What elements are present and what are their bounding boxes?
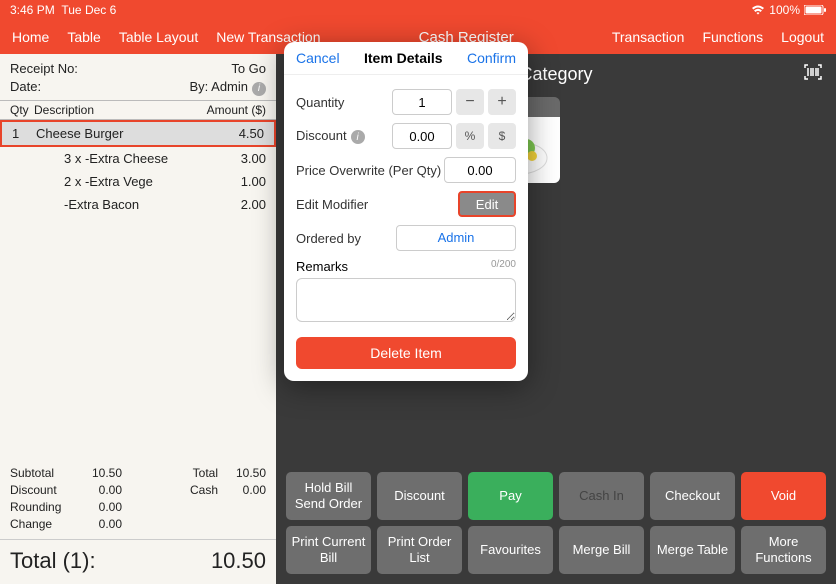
price-overwrite-label: Price Overwrite (Per Qty) <box>296 163 444 178</box>
receipt-item[interactable]: 2 x -Extra Vege1.00 <box>0 170 276 193</box>
action-merge-table[interactable]: Merge Table <box>650 526 735 574</box>
item-desc: 2 x -Extra Vege <box>34 172 196 191</box>
status-bar: 3:46 PM Tue Dec 6 100% <box>0 0 836 20</box>
action-merge-bill[interactable]: Merge Bill <box>559 526 644 574</box>
item-qty <box>10 149 34 168</box>
action-void[interactable]: Void <box>741 472 826 520</box>
receipt-item[interactable]: 1Cheese Burger4.50 <box>0 120 276 147</box>
remarks-label: Remarks <box>296 259 348 274</box>
receipt-columns: Qty Description Amount ($) <box>0 100 276 120</box>
info-icon[interactable]: i <box>351 130 365 144</box>
col-amt: Amount ($) <box>196 101 266 119</box>
remarks-input[interactable] <box>296 278 516 322</box>
action-checkout[interactable]: Checkout <box>650 472 735 520</box>
quantity-input[interactable] <box>392 89 452 115</box>
price-overwrite-input[interactable] <box>444 157 516 183</box>
item-desc: -Extra Bacon <box>34 195 196 214</box>
nav-table[interactable]: Table <box>67 29 100 45</box>
sum-change-l: Change <box>10 516 74 533</box>
cancel-button[interactable]: Cancel <box>296 50 340 66</box>
status-time: 3:46 PM <box>10 3 55 17</box>
total-label: Total (1): <box>10 548 96 574</box>
status-date: Tue Dec 6 <box>61 3 116 17</box>
item-qty: 1 <box>12 124 36 143</box>
item-amt: 2.00 <box>196 195 266 214</box>
quantity-label: Quantity <box>296 95 392 110</box>
ordered-by-label: Ordered by <box>296 231 396 246</box>
minus-button[interactable]: − <box>456 89 484 115</box>
sum-discount-l: Discount <box>10 482 74 499</box>
action-pay[interactable]: Pay <box>468 472 553 520</box>
item-amt: 3.00 <box>196 149 266 168</box>
item-desc: Cheese Burger <box>36 124 194 143</box>
item-amt: 4.50 <box>194 124 264 143</box>
item-details-modal: Cancel Item Details Confirm Quantity − +… <box>284 42 528 381</box>
togo-label: To Go <box>231 60 266 78</box>
receipt-item[interactable]: 3 x -Extra Cheese3.00 <box>0 147 276 170</box>
discount-input[interactable] <box>392 123 452 149</box>
dollar-button[interactable]: $ <box>488 123 516 149</box>
sum-discount-v: 0.00 <box>74 482 122 499</box>
bottom-buttons: Hold Bill Send OrderDiscountPayCash InCh… <box>286 472 826 574</box>
battery-icon <box>804 5 826 15</box>
sum-cash-l: Cash <box>122 482 218 499</box>
item-amt: 1.00 <box>196 172 266 191</box>
sum-rounding-v: 0.00 <box>74 499 122 516</box>
percent-button[interactable]: % <box>456 123 484 149</box>
ordered-by-select[interactable]: Admin <box>396 225 516 251</box>
nav-transaction[interactable]: Transaction <box>612 29 685 45</box>
sum-subtotal-v: 10.50 <box>74 465 122 482</box>
discount-label: Discount <box>296 128 347 143</box>
sum-total-l: Total <box>122 465 218 482</box>
barcode-icon[interactable] <box>804 64 822 82</box>
wifi-icon <box>751 5 765 15</box>
action-print-current-bill[interactable]: Print Current Bill <box>286 526 371 574</box>
battery-text: 100% <box>769 3 800 17</box>
category-title: Category <box>519 64 592 84</box>
remarks-count: 0/200 <box>491 259 516 274</box>
action-hold-bill-send-order[interactable]: Hold Bill Send Order <box>286 472 371 520</box>
sum-change-v: 0.00 <box>74 516 122 533</box>
item-qty <box>10 172 34 191</box>
receipt-item[interactable]: -Extra Bacon2.00 <box>0 193 276 216</box>
sum-rounding-l: Rounding <box>10 499 74 516</box>
receipt-no-label: Receipt No: <box>10 60 78 78</box>
nav-functions[interactable]: Functions <box>702 29 763 45</box>
item-desc: 3 x -Extra Cheese <box>34 149 196 168</box>
receipt-total: Total (1): 10.50 <box>0 539 276 584</box>
date-label: Date: <box>10 78 41 96</box>
delete-item-button[interactable]: Delete Item <box>296 337 516 369</box>
confirm-button[interactable]: Confirm <box>467 50 516 66</box>
action-more-functions[interactable]: More Functions <box>741 526 826 574</box>
info-icon[interactable]: i <box>252 82 266 96</box>
nav-table-layout[interactable]: Table Layout <box>119 29 198 45</box>
action-cash-in: Cash In <box>559 472 644 520</box>
nav-home[interactable]: Home <box>12 29 49 45</box>
action-favourites[interactable]: Favourites <box>468 526 553 574</box>
edit-modifier-button[interactable]: Edit <box>458 191 516 217</box>
plus-button[interactable]: + <box>488 89 516 115</box>
by-label: By: Admin <box>189 79 248 94</box>
modal-title: Item Details <box>364 50 443 66</box>
receipt-panel: Receipt No: To Go Date: By: Admin i Qty D… <box>0 54 276 584</box>
total-value: 10.50 <box>211 548 266 574</box>
item-qty <box>10 195 34 214</box>
receipt-items: 1Cheese Burger4.503 x -Extra Cheese3.002… <box>0 120 276 459</box>
sum-subtotal-l: Subtotal <box>10 465 74 482</box>
sum-total-v: 10.50 <box>218 465 266 482</box>
edit-modifier-label: Edit Modifier <box>296 197 458 212</box>
nav-logout[interactable]: Logout <box>781 29 824 45</box>
action-print-order-list[interactable]: Print Order List <box>377 526 462 574</box>
col-qty: Qty <box>10 101 34 119</box>
col-desc: Description <box>34 101 196 119</box>
sum-cash-v: 0.00 <box>218 482 266 499</box>
action-discount[interactable]: Discount <box>377 472 462 520</box>
receipt-summary: Subtotal10.50 Total10.50 Discount0.00 Ca… <box>0 459 276 539</box>
